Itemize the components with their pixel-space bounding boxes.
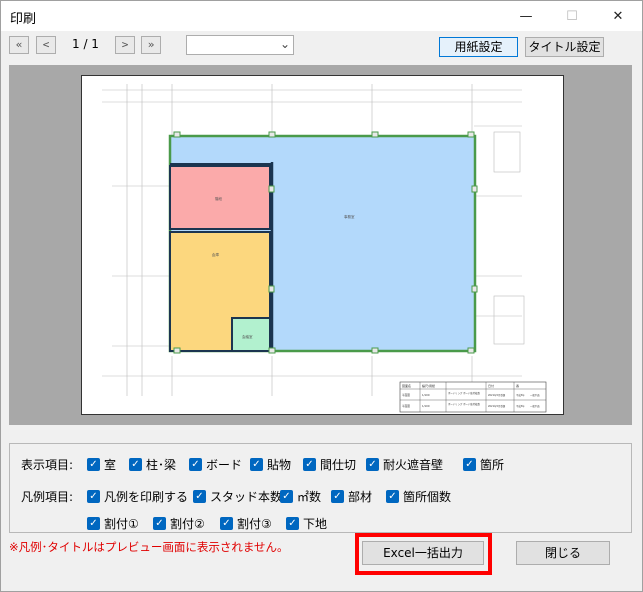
excel-export-button[interactable]: Excel一括出力 (362, 541, 484, 565)
title-block-cell: 1/100 (422, 393, 430, 397)
print-preview-area[interactable]: 階段 倉庫 事務室 会議室 図面名 縮尺/用紙 日付 番 平面図 1/100 ボ… (9, 65, 632, 425)
checkbox-display-column-beam[interactable]: ✓ 柱･梁 (129, 456, 176, 473)
checkbox-display-partition[interactable]: ✓ 間仕切 (303, 456, 356, 473)
checkbox-display-board[interactable]: ✓ ボード (189, 456, 242, 473)
title-block-cell: 平成3年 (516, 404, 525, 408)
check-icon: ✓ (129, 458, 142, 471)
paper-settings-button[interactable]: 用紙設定 (439, 37, 518, 57)
minimize-button[interactable]: — (503, 1, 549, 31)
title-block-cell: 1/100 (422, 404, 430, 408)
checkbox-label: 室 (104, 458, 117, 472)
room-label: 会議室 (242, 334, 253, 339)
next-page-button[interactable]: > (115, 36, 135, 54)
checkbox-legend-print[interactable]: ✓ 凡例を印刷する (87, 488, 188, 505)
title-block-cell: 2021年5月登録 (488, 393, 506, 397)
checkbox-display-location[interactable]: ✓ 箇所 (463, 456, 504, 473)
check-icon: ✓ (193, 490, 206, 503)
checkbox-legend-area[interactable]: ✓ ㎡数 (280, 488, 321, 505)
checkbox-label: 割付③ (237, 517, 272, 531)
checkbox-label: 箇所個数 (403, 490, 452, 504)
checkbox-legend-base[interactable]: ✓ 下地 (286, 515, 327, 532)
page-indicator: 1 / 1 (72, 37, 99, 51)
first-page-button[interactable]: « (9, 36, 29, 54)
checkbox-label: 部材 (348, 490, 373, 504)
title-block-header: 日付 (488, 383, 494, 388)
checkbox-display-finish[interactable]: ✓ 貼物 (250, 456, 291, 473)
check-icon: ✓ (331, 490, 344, 503)
checkbox-label: スタッド本数 (210, 490, 283, 504)
checkbox-display-room[interactable]: ✓ 室 (87, 456, 116, 473)
close-button[interactable]: 閉じる (516, 541, 610, 565)
check-icon: ✓ (189, 458, 202, 471)
last-page-button[interactable]: » (141, 36, 161, 54)
checkbox-label: 間仕切 (320, 458, 357, 472)
check-icon: ✓ (87, 458, 100, 471)
page-select[interactable]: ⌄ (186, 35, 294, 55)
checkbox-display-fire-wall[interactable]: ✓ 耐火遮音壁 (366, 456, 443, 473)
checkbox-label: 割付② (170, 517, 205, 531)
checkbox-label: 箇所 (480, 458, 505, 472)
checkbox-label: 下地 (303, 517, 328, 531)
legend-items-label: 凡例項目: (21, 490, 74, 504)
checkbox-legend-location-count[interactable]: ✓ 箇所個数 (386, 488, 451, 505)
check-icon: ✓ (366, 458, 379, 471)
display-items-label: 表示項目: (21, 458, 74, 472)
checkbox-legend-layout-3[interactable]: ✓ 割付③ (220, 515, 272, 532)
title-block-cell: ボードリング ボード貼付枚数 (448, 402, 480, 406)
room-label: 階段 (215, 196, 222, 201)
preview-page: 階段 倉庫 事務室 会議室 図面名 縮尺/用紙 日付 番 平面図 1/100 ボ… (81, 75, 564, 415)
room-label: 事務室 (344, 214, 355, 219)
title-block-header: 縮尺/用紙 (422, 383, 435, 388)
window-title: 印刷 (10, 12, 37, 27)
checkbox-legend-layout-1[interactable]: ✓ 割付① (87, 515, 139, 532)
print-dialog: 印刷 — ☐ ✕ « < 1 / 1 > » ⌄ 用紙設定 タイトル設定 階段 … (0, 0, 643, 592)
title-block-cell: 一般平面 (530, 393, 540, 397)
preview-note: ※凡例･タイトルはプレビュー画面に表示されません。 (9, 540, 289, 554)
checkbox-legend-layout-2[interactable]: ✓ 割付② (153, 515, 205, 532)
checkbox-label: ㎡数 (297, 490, 322, 504)
options-group: 表示項目: ✓ 室 ✓ 柱･梁 ✓ ボード ✓ 貼物 ✓ 間仕切 ✓ 耐火遮音壁 ✓ 箇所 凡… (9, 443, 632, 533)
check-icon: ✓ (87, 490, 100, 503)
checkbox-label: ボード (206, 458, 243, 472)
title-block-header: 図面名 (402, 383, 411, 388)
prev-page-button[interactable]: < (36, 36, 56, 54)
check-icon: ✓ (280, 490, 293, 503)
title-block-header: 番 (516, 383, 519, 388)
checkbox-label: 柱･梁 (146, 458, 177, 472)
checkbox-label: 割付① (104, 517, 139, 531)
chevron-down-icon: ⌄ (279, 37, 290, 51)
title-block-cell: ボードリング ボード貼付枚数 (448, 391, 480, 395)
check-icon: ✓ (463, 458, 476, 471)
check-icon: ✓ (386, 490, 399, 503)
checkbox-label: 凡例を印刷する (104, 490, 189, 504)
close-window-button[interactable]: ✕ (595, 1, 641, 31)
check-icon: ✓ (286, 517, 299, 530)
title-bar[interactable]: 印刷 — ☐ ✕ (1, 1, 642, 31)
floor-plan-drawing: 階段 倉庫 事務室 会議室 図面名 縮尺/用紙 日付 番 平面図 1/100 ボ… (102, 84, 547, 413)
checkbox-legend-material[interactable]: ✓ 部材 (331, 488, 372, 505)
check-icon: ✓ (303, 458, 316, 471)
checkbox-label: 貼物 (267, 458, 292, 472)
maximize-button[interactable]: ☐ (549, 1, 595, 31)
check-icon: ✓ (250, 458, 263, 471)
check-icon: ✓ (87, 517, 100, 530)
checkbox-legend-stud-count[interactable]: ✓ スタッド本数 (193, 488, 282, 505)
title-block: 図面名 縮尺/用紙 日付 番 平面図 1/100 ボードリング ボード貼付枚数 … (399, 381, 547, 413)
title-block-cell: 平成3年 (516, 393, 525, 397)
title-settings-button[interactable]: タイトル設定 (525, 37, 604, 57)
checkbox-label: 耐火遮音壁 (383, 458, 444, 472)
room-label: 倉庫 (212, 252, 219, 257)
check-icon: ✓ (220, 517, 233, 530)
title-block-cell: 2021年5月登録 (488, 404, 506, 408)
title-block-cell: 平面図 (402, 393, 410, 397)
title-block-cell: 一般平面 (530, 404, 540, 408)
check-icon: ✓ (153, 517, 166, 530)
title-block-cell: 平面図 (402, 404, 410, 408)
